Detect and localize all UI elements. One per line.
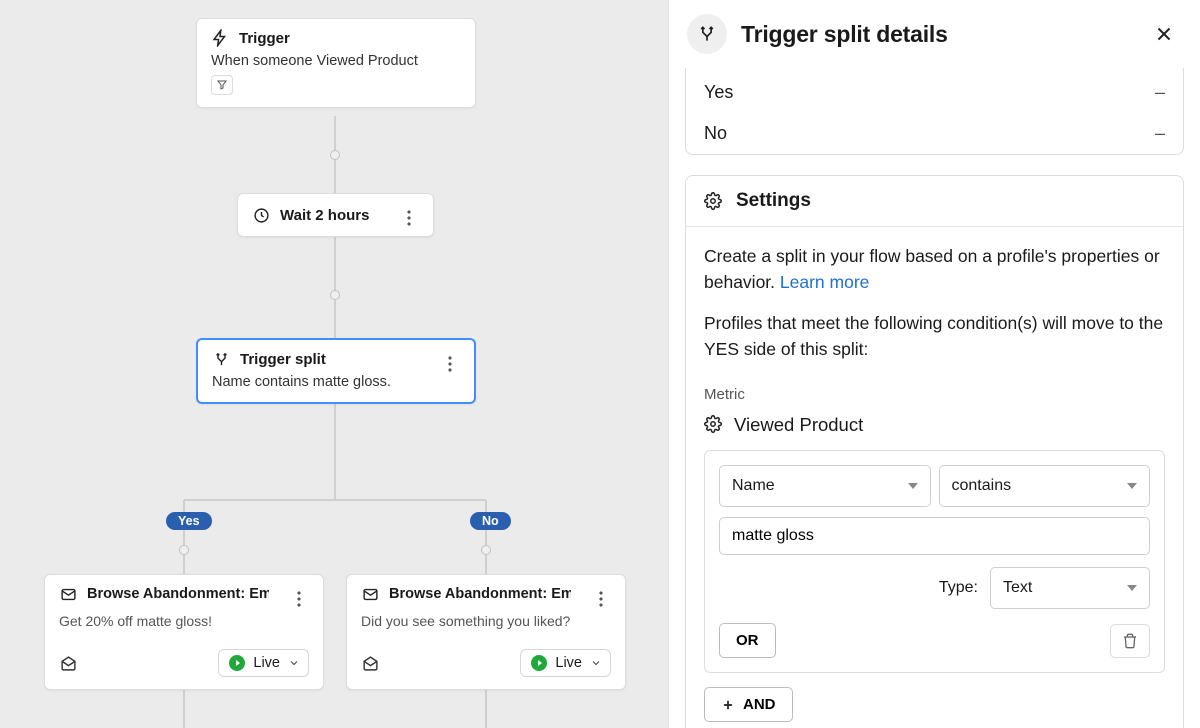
condition-box: Name contains Type: Text (704, 450, 1165, 673)
flow-canvas[interactable]: Trigger When someone Viewed Product Wait… (0, 0, 668, 728)
stage-row-no: No – (686, 113, 1183, 154)
details-panel: Trigger split details Waiting Yes – No – (668, 0, 1200, 728)
email-node-yes[interactable]: Browse Abandonment: Email… Get 20% off m… (44, 574, 324, 690)
filter-chip[interactable] (211, 75, 233, 95)
select-value: Text (1003, 576, 1032, 600)
select-value: contains (952, 474, 1012, 498)
settings-desc: Profiles that meet the following conditi… (704, 310, 1165, 363)
stage-value: – (1155, 82, 1165, 103)
bolt-icon (211, 29, 229, 47)
branch-badge-yes: Yes (166, 512, 212, 530)
settings-title: Settings (736, 190, 811, 212)
connector-dot[interactable] (481, 545, 491, 555)
chevron-down-icon (1127, 483, 1137, 489)
node-menu-button[interactable] (395, 204, 423, 232)
branch-badge-no: No (470, 512, 511, 530)
learn-more-link[interactable]: Learn more (780, 272, 870, 292)
wait-label: Wait 2 hours (280, 207, 369, 224)
email-title: Browse Abandonment: Email… (87, 586, 269, 602)
type-select[interactable]: Text (990, 567, 1150, 609)
trigger-desc: When someone Viewed Product (211, 53, 461, 69)
mail-icon (59, 585, 77, 603)
or-label: OR (736, 632, 759, 649)
mail-icon (361, 585, 379, 603)
node-menu-button[interactable] (436, 350, 464, 378)
property-select[interactable]: Name (719, 465, 931, 507)
and-label: AND (743, 696, 776, 713)
connector-dot[interactable] (330, 290, 340, 300)
play-icon (531, 655, 547, 671)
mail-open-icon (59, 654, 77, 672)
split-title: Trigger split (240, 351, 326, 368)
connector-dot[interactable] (330, 150, 340, 160)
mail-open-icon (361, 654, 379, 672)
panel-title: Trigger split details (741, 21, 1134, 48)
play-icon (229, 655, 245, 671)
gear-icon (704, 192, 722, 210)
status-label: Live (253, 655, 280, 671)
status-selector[interactable]: Live (218, 649, 309, 677)
chevron-down-icon (590, 657, 602, 669)
stage-counts-card: Waiting Yes – No – (685, 68, 1184, 155)
connector-dot[interactable] (179, 545, 189, 555)
settings-intro: Create a split in your flow based on a p… (704, 243, 1165, 296)
delete-condition-button[interactable] (1110, 624, 1150, 658)
value-input[interactable] (719, 517, 1150, 555)
trigger-title: Trigger (239, 30, 290, 47)
type-label: Type: (939, 576, 978, 600)
metric-row: Viewed Product (704, 411, 1165, 439)
panel-header: Trigger split details (669, 0, 1200, 68)
wait-node[interactable]: Wait 2 hours (237, 193, 434, 237)
settings-header: Settings (686, 176, 1183, 227)
gear-icon (704, 415, 722, 433)
or-button[interactable]: OR (719, 623, 776, 658)
node-menu-button[interactable] (587, 585, 615, 613)
metric-label: Metric (704, 384, 1165, 407)
trigger-node[interactable]: Trigger When someone Viewed Product (196, 18, 476, 108)
operator-select[interactable]: contains (939, 465, 1151, 507)
stage-label: Yes (704, 82, 733, 103)
chevron-down-icon (908, 483, 918, 489)
panel-icon (687, 14, 727, 54)
clock-icon (252, 206, 270, 224)
intro-text: Create a split in your flow based on a p… (704, 246, 1160, 292)
settings-card: Settings Create a split in your flow bas… (685, 175, 1184, 728)
trigger-split-node[interactable]: Trigger split Name contains matte gloss. (196, 338, 476, 404)
stage-row-yes: Yes – (686, 72, 1183, 113)
status-label: Live (555, 655, 582, 671)
and-button[interactable]: AND (704, 687, 793, 722)
email-node-no[interactable]: Browse Abandonment: Email… Did you see s… (346, 574, 626, 690)
status-selector[interactable]: Live (520, 649, 611, 677)
split-arrows-icon (212, 350, 230, 368)
split-desc: Name contains matte gloss. (212, 374, 460, 390)
chevron-down-icon (288, 657, 300, 669)
stage-value: – (1155, 123, 1165, 144)
chevron-down-icon (1127, 585, 1137, 591)
close-button[interactable] (1148, 18, 1180, 50)
panel-scroll[interactable]: Waiting Yes – No – Settings Create a spl (669, 68, 1200, 728)
email-subject: Get 20% off matte gloss! (59, 613, 309, 629)
metric-value: Viewed Product (734, 411, 863, 439)
select-value: Name (732, 474, 775, 498)
stage-label: No (704, 123, 727, 144)
node-menu-button[interactable] (285, 585, 313, 613)
email-subject: Did you see something you liked? (361, 613, 611, 629)
email-title: Browse Abandonment: Email… (389, 586, 571, 602)
